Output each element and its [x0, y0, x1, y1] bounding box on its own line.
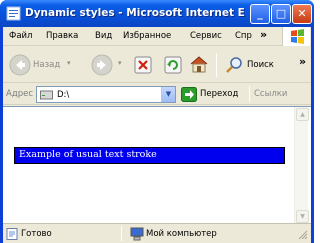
drive-icon	[40, 90, 53, 100]
vertical-scrollbar[interactable]: ▲ ▼	[294, 107, 309, 225]
scroll-down-icon[interactable]: ▼	[296, 210, 309, 223]
back-arrow-icon[interactable]	[9, 54, 31, 76]
zone-text: Мой компьютер	[146, 229, 217, 239]
demo-text-stroke: Example of usual text stroke	[14, 147, 285, 164]
menu-more-chevron[interactable]: »	[260, 28, 267, 41]
standard-toolbar: Назад ▾ ▾ Поиск »	[3, 47, 311, 83]
forward-arrow-icon[interactable]	[91, 54, 113, 76]
refresh-icon[interactable]	[164, 56, 182, 74]
minimize-button[interactable]: _	[250, 4, 270, 24]
menu-file[interactable]: Файл	[9, 31, 32, 41]
address-dropdown-icon[interactable]: ▼	[161, 87, 175, 102]
status-text: Готово	[21, 229, 52, 239]
address-input[interactable]: D:\ ▼	[36, 86, 176, 103]
address-value: D:\	[57, 90, 70, 100]
menu-edit[interactable]: Правка	[46, 31, 78, 41]
browser-window: Dynamic styles - Microsoft Internet E _ …	[0, 0, 314, 243]
address-label: Адрес	[6, 89, 33, 99]
status-bar: Готово Мой компьютер	[3, 223, 311, 243]
search-icon[interactable]	[224, 55, 244, 75]
stop-icon[interactable]	[134, 56, 152, 74]
scroll-up-icon[interactable]: ▲	[296, 108, 309, 121]
menu-favorites[interactable]: Избранное	[123, 31, 171, 41]
window-title: Dynamic styles - Microsoft Internet E	[25, 7, 245, 19]
search-label[interactable]: Поиск	[247, 60, 274, 70]
menu-tools[interactable]: Сервис	[190, 31, 222, 41]
menu-view[interactable]: Вид	[95, 31, 112, 41]
go-arrow-icon[interactable]	[181, 87, 197, 102]
toolbar-separator	[216, 53, 217, 77]
menu-help[interactable]: Спр	[235, 31, 252, 41]
windows-logo-icon	[282, 27, 310, 46]
resize-grip-icon[interactable]	[296, 228, 308, 240]
close-button[interactable]: ✕	[292, 4, 312, 24]
back-label[interactable]: Назад	[33, 60, 60, 70]
toolbar-more-chevron[interactable]: »	[299, 55, 306, 68]
my-computer-icon	[130, 227, 144, 241]
ie-app-icon	[6, 6, 21, 21]
status-divider	[121, 226, 122, 241]
maximize-button[interactable]: □	[271, 4, 291, 24]
menu-bar: Файл Правка Вид Избранное Сервис Спр »	[3, 27, 311, 46]
title-bar[interactable]: Dynamic styles - Microsoft Internet E _ …	[0, 0, 314, 27]
browser-frame: Файл Правка Вид Избранное Сервис Спр » Н…	[3, 27, 311, 243]
address-separator	[249, 86, 250, 102]
back-dropdown-icon[interactable]: ▾	[67, 59, 71, 67]
go-label[interactable]: Переход	[200, 89, 238, 99]
page-status-icon	[6, 228, 18, 240]
forward-dropdown-icon[interactable]: ▾	[118, 59, 122, 67]
home-icon[interactable]	[188, 54, 210, 74]
address-bar: Адрес D:\ ▼ Переход Ссылки	[3, 84, 311, 105]
links-label[interactable]: Ссылки	[254, 89, 287, 99]
